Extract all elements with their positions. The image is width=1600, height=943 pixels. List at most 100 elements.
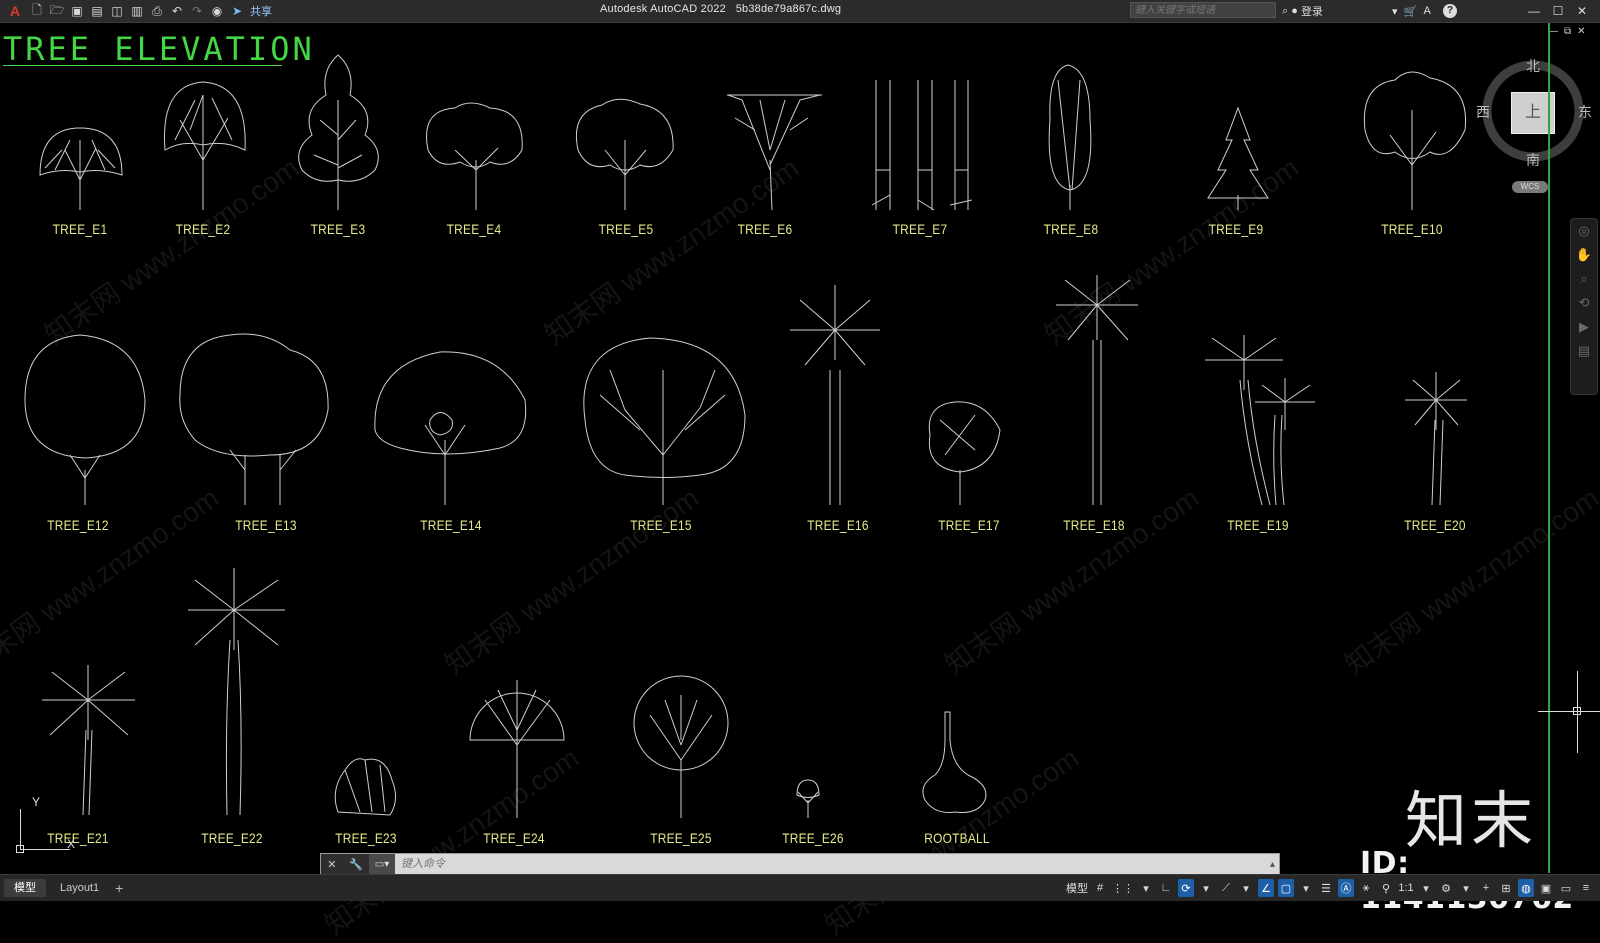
dropdown-arrow-icon[interactable]: ▾ <box>1198 879 1214 897</box>
object-snap-tracking-icon[interactable]: ∠ <box>1258 879 1274 897</box>
wcs-menu[interactable]: WCS <box>1512 181 1548 193</box>
hardware-acceleration-icon[interactable]: ▣ <box>1538 879 1554 897</box>
dropdown-arrow-icon[interactable]: ▾ <box>1298 879 1314 897</box>
dropdown-arrow-icon[interactable]: ▾ <box>1238 879 1254 897</box>
add-layout-button[interactable]: + <box>115 880 123 896</box>
ucs-y-label: Y <box>32 795 41 809</box>
tree-e5-drawing <box>575 98 674 210</box>
tree-label: TREE_E4 <box>446 221 502 237</box>
tree-e25-drawing <box>633 675 729 818</box>
tree-e4-drawing <box>426 102 523 210</box>
showmotion-icon[interactable]: ▶ <box>1571 315 1597 339</box>
annotation-visibility-icon[interactable]: Ⓐ <box>1338 879 1354 897</box>
viewcube-north[interactable]: 北 <box>1526 56 1540 76</box>
tree-label: TREE_E17 <box>938 517 1000 533</box>
ucs-x-label: X <box>67 837 76 851</box>
auto-scale-icon[interactable]: ⚹ <box>1358 879 1374 897</box>
tree-e16-drawing <box>790 285 880 505</box>
viewcube[interactable]: 上 北 南 东 西 <box>1476 56 1592 168</box>
tree-e17-drawing <box>928 401 1001 505</box>
tree-e6-drawing <box>727 94 822 211</box>
tree-label: TREE_E5 <box>598 221 654 237</box>
tree-label: TREE_E22 <box>201 830 263 846</box>
tab-model[interactable]: 模型 <box>4 879 46 897</box>
viewcube-west[interactable]: 西 <box>1476 102 1490 122</box>
annotation-scale-icon[interactable]: ⚲ <box>1378 879 1394 897</box>
close-window-icon[interactable]: ✕ <box>1570 4 1594 18</box>
ucs-icon: Y X <box>12 795 76 853</box>
viewport-border <box>1548 23 1550 873</box>
tree-e3-drawing <box>298 54 379 210</box>
tree-e12-drawing <box>24 334 146 505</box>
tree-label: TREE_E25 <box>650 830 712 846</box>
tab-layout1[interactable]: Layout1 <box>50 879 109 897</box>
ucs-y-axis <box>20 809 21 849</box>
isolate-objects-icon[interactable]: ◍ <box>1518 879 1534 897</box>
viewcube-east[interactable]: 东 <box>1578 102 1592 122</box>
doc-close-icon[interactable]: ✕ <box>1577 26 1585 37</box>
dropdown-arrow-icon[interactable]: ▾ <box>1138 879 1154 897</box>
navigation-bar: ◎ ✋ ⌕ ⟲ ▶ ▤ <box>1570 218 1598 395</box>
tree-elevation-drawings <box>24 54 1467 818</box>
tree-e15-drawing <box>583 337 746 505</box>
units-icon[interactable]: ⊞ <box>1498 879 1514 897</box>
crosshair-horizontal <box>1538 711 1600 712</box>
command-expand-icon[interactable]: ▴ <box>1270 859 1275 870</box>
model-space-button[interactable]: 模型 <box>1066 879 1088 897</box>
command-line: ✕ 🔧 ▭▾ ▴ <box>320 853 1280 875</box>
tree-label: TREE_E1 <box>52 221 108 237</box>
tree-label: TREE_E9 <box>1208 221 1264 237</box>
tree-label: TREE_E10 <box>1381 221 1443 237</box>
command-customize-icon[interactable]: 🔧 <box>349 858 363 871</box>
tree-label: TREE_E7 <box>892 221 948 237</box>
tree-e24-drawing <box>469 680 565 818</box>
tree-e7-drawing <box>871 80 973 211</box>
customization-menu-icon[interactable]: ≡ <box>1578 879 1594 897</box>
zoom-icon[interactable]: ⌕ <box>1571 267 1597 291</box>
steering-wheel-icon[interactable]: ◎ <box>1571 219 1597 243</box>
tree-label: TREE_E8 <box>1043 221 1099 237</box>
tree-label: TREE_E15 <box>630 517 692 533</box>
pan-icon[interactable]: ✋ <box>1571 243 1597 267</box>
snap-icon[interactable]: ⋮⋮ <box>1112 879 1134 897</box>
tree-label: ROOTBALL <box>924 830 990 846</box>
ucs-x-axis <box>20 849 70 850</box>
polar-tracking-icon[interactable]: ⟳ <box>1178 879 1194 897</box>
command-input[interactable] <box>395 854 1270 874</box>
status-tools: 模型 # ⋮⋮ ▾ ∟ ⟳ ▾ ⟋ ▾ ∠ ▢ ▾ ☰ Ⓐ ⚹ ⚲ 1:1 ▾ … <box>1064 875 1596 901</box>
dropdown-arrow-icon[interactable]: ▾ <box>1458 879 1474 897</box>
workspace-gear-icon[interactable]: ⚙ <box>1438 879 1454 897</box>
document-window-controls: — ⧉ ✕ <box>1548 26 1586 37</box>
ortho-icon[interactable]: ∟ <box>1158 879 1174 897</box>
command-history-icon[interactable]: ▭▾ <box>369 854 395 874</box>
tree-label: TREE_E12 <box>47 517 109 533</box>
maximize-window-icon[interactable]: ☐ <box>1546 4 1570 18</box>
tree-e19-drawing <box>1205 335 1315 506</box>
annotation-scale-value[interactable]: 1:1 <box>1398 879 1414 897</box>
viewcube-south[interactable]: 南 <box>1526 150 1540 170</box>
lineweight-icon[interactable]: ☰ <box>1318 879 1334 897</box>
tree-label: TREE_E20 <box>1404 517 1466 533</box>
tree-e20-drawing <box>1405 372 1467 506</box>
isodraft-icon[interactable]: ⟋ <box>1218 879 1234 897</box>
tree-e22-drawing <box>188 568 285 816</box>
tree-label: TREE_E3 <box>310 221 366 237</box>
doc-restore-icon[interactable]: ⧉ <box>1564 26 1571 37</box>
object-snap-icon[interactable]: ▢ <box>1278 879 1294 897</box>
grid-icon[interactable]: # <box>1092 879 1108 897</box>
tree-e13-drawing <box>179 333 329 505</box>
clean-screen-icon[interactable]: ▭ <box>1558 879 1574 897</box>
navbar-menu-icon[interactable]: ▤ <box>1571 339 1597 363</box>
tree-label: TREE_E19 <box>1227 517 1289 533</box>
tree-label: TREE_E6 <box>737 221 793 237</box>
annotation-monitor-icon[interactable]: + <box>1478 879 1494 897</box>
tree-label: TREE_E18 <box>1063 517 1125 533</box>
orbit-icon[interactable]: ⟲ <box>1571 291 1597 315</box>
tree-e18-drawing <box>1056 275 1138 505</box>
command-close-icon[interactable]: ✕ <box>327 858 336 871</box>
tree-label: TREE_E13 <box>235 517 297 533</box>
tree-e21-drawing <box>42 665 135 816</box>
dropdown-arrow-icon[interactable]: ▾ <box>1418 879 1434 897</box>
ucs-origin <box>16 845 24 853</box>
tree-e10-drawing <box>1363 71 1467 210</box>
